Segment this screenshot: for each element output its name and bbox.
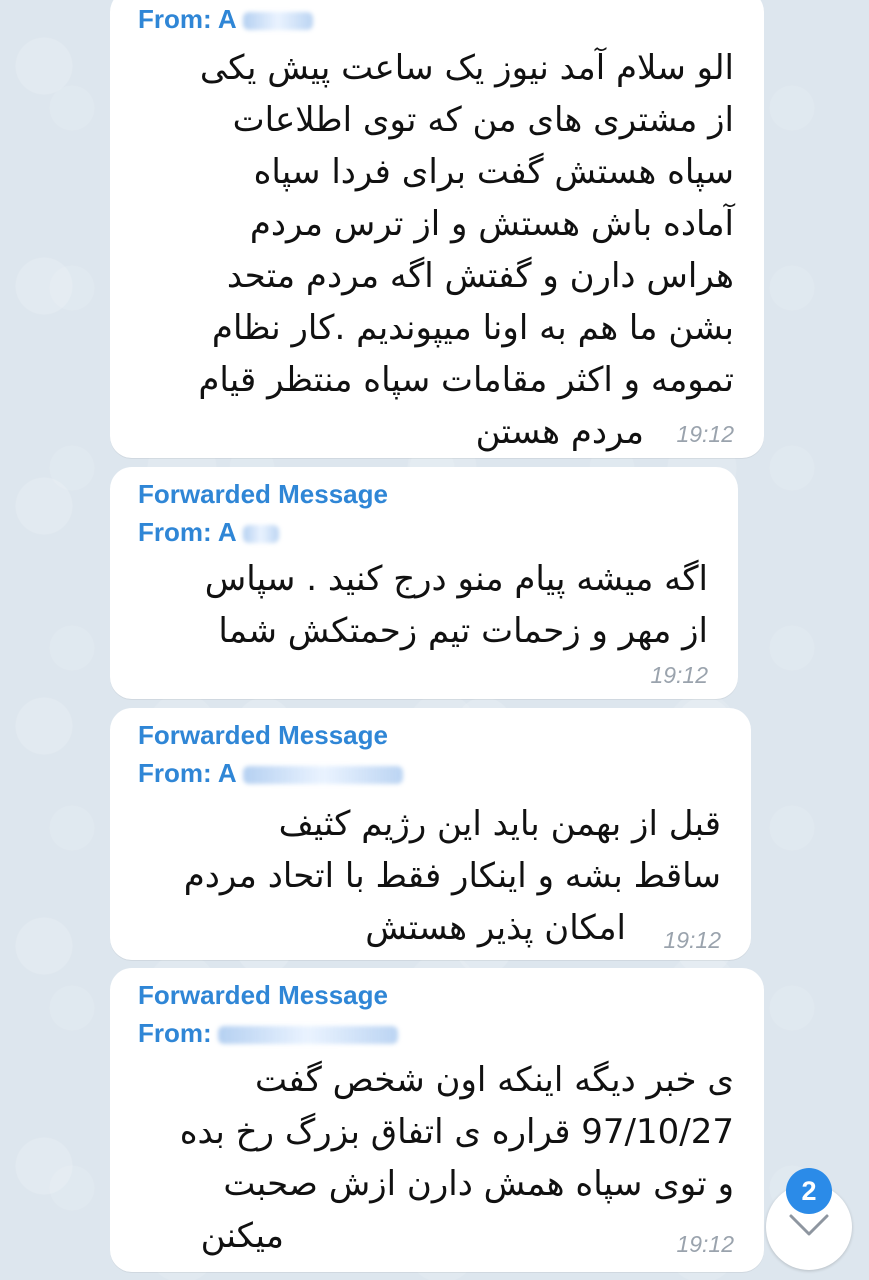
forwarded-label: Forwarded Message — [138, 720, 388, 750]
forwarded-label: Forwarded Message — [138, 980, 388, 1010]
message-text: قبل از بهمن باید این رژیم کثیف ساقط بشه … — [183, 804, 721, 948]
sender-label[interactable]: From: A — [138, 517, 279, 548]
message-text: اگه میشه پیام منو درج کنید . سپاس از مهر… — [204, 559, 708, 651]
message-bubble[interactable]: Forwarded Message From: A اگه میشه پیام … — [110, 467, 738, 699]
message-time: 19:12 — [676, 1231, 734, 1257]
message-bubble[interactable]: Forwarded Message From: ی خبر دیگه اینکه… — [110, 968, 764, 1272]
message-time: 19:12 — [663, 927, 721, 953]
sender-label[interactable]: From: A — [138, 758, 403, 789]
message-text: ی خبر دیگه اینکه اون شخص گفت 97/10/27 قر… — [179, 1060, 734, 1256]
chevron-down-icon — [789, 1214, 829, 1236]
sender-label[interactable]: From: — [138, 1018, 398, 1049]
message-bubble[interactable]: From: A الو سلام آمد نیوز یک ساعت پیش یک… — [110, 0, 764, 458]
message-time: 19:12 — [676, 421, 734, 447]
message-text: الو سلام آمد نیوز یک ساعت پیش یکی از مشت… — [198, 48, 734, 452]
message-bubble[interactable]: Forwarded Message From: A قبل از بهمن با… — [110, 708, 751, 960]
forwarded-label: Forwarded Message — [138, 479, 388, 509]
sender-label[interactable]: From: A — [138, 4, 313, 35]
unread-count-badge: 2 — [786, 1168, 832, 1214]
message-time: 19:12 — [650, 662, 708, 688]
